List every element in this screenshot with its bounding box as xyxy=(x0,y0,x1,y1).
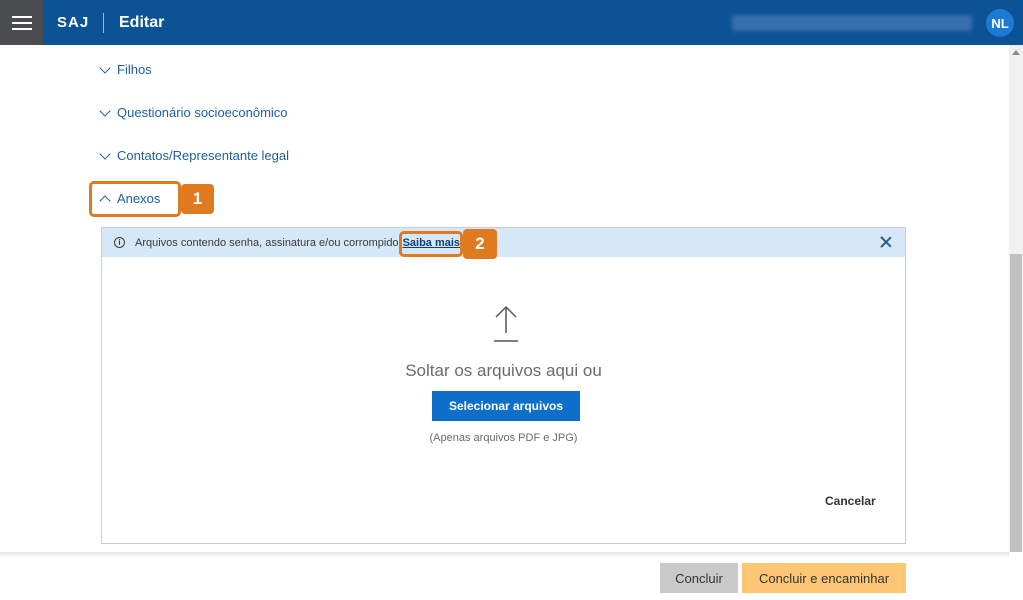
section-questionario[interactable]: Questionário socioeconômico xyxy=(99,104,288,120)
avatar[interactable]: NL xyxy=(986,9,1014,37)
select-files-button[interactable]: Selecionar arquivos xyxy=(432,391,580,421)
page-title: Editar xyxy=(119,14,165,31)
scroll-up-arrow-icon[interactable] xyxy=(1012,50,1020,55)
section-contatos[interactable]: Contatos/Representante legal xyxy=(99,147,290,163)
cancel-button[interactable]: Cancelar xyxy=(825,494,876,508)
info-icon: i xyxy=(114,237,125,248)
concluir-button[interactable]: Concluir xyxy=(660,563,738,593)
section-filhos[interactable]: Filhos xyxy=(99,61,152,77)
section-label: Contatos/Representante legal xyxy=(117,148,290,163)
top-bar: SAJ Editar NL xyxy=(0,0,1023,45)
callout-highlight-1 xyxy=(89,181,181,217)
info-bar: i Arquivos contendo senha, assinatura e/… xyxy=(102,228,905,257)
callout-badge-1: 1 xyxy=(181,184,214,214)
section-label: Questionário socioeconômico xyxy=(117,105,288,120)
drop-zone-text: Soltar os arquivos aqui ou xyxy=(405,361,602,380)
section-label: Filhos xyxy=(117,62,152,77)
scrollbar-thumb[interactable] xyxy=(1010,254,1022,552)
brand-logo[interactable]: SAJ xyxy=(57,0,89,45)
attachments-panel: i Arquivos contendo senha, assinatura e/… xyxy=(101,227,906,544)
chevron-down-icon xyxy=(99,147,111,160)
chevron-down-icon xyxy=(99,61,111,74)
file-type-hint: (Apenas arquivos PDF e JPG) xyxy=(429,432,578,444)
concluir-encaminhar-button[interactable]: Concluir e encaminhar xyxy=(742,563,906,593)
callout-highlight-2 xyxy=(399,231,463,257)
callout-badge-2: 2 xyxy=(463,229,497,259)
upload-arrow-icon xyxy=(494,305,518,342)
user-name-blurred xyxy=(732,15,972,31)
header-divider xyxy=(103,13,104,33)
footer-divider xyxy=(0,552,1009,558)
close-icon[interactable] xyxy=(879,235,893,249)
chevron-down-icon xyxy=(99,104,111,117)
hamburger-menu-icon[interactable] xyxy=(0,0,43,45)
info-text: Arquivos contendo senha, assinatura e/ou… xyxy=(135,236,399,249)
